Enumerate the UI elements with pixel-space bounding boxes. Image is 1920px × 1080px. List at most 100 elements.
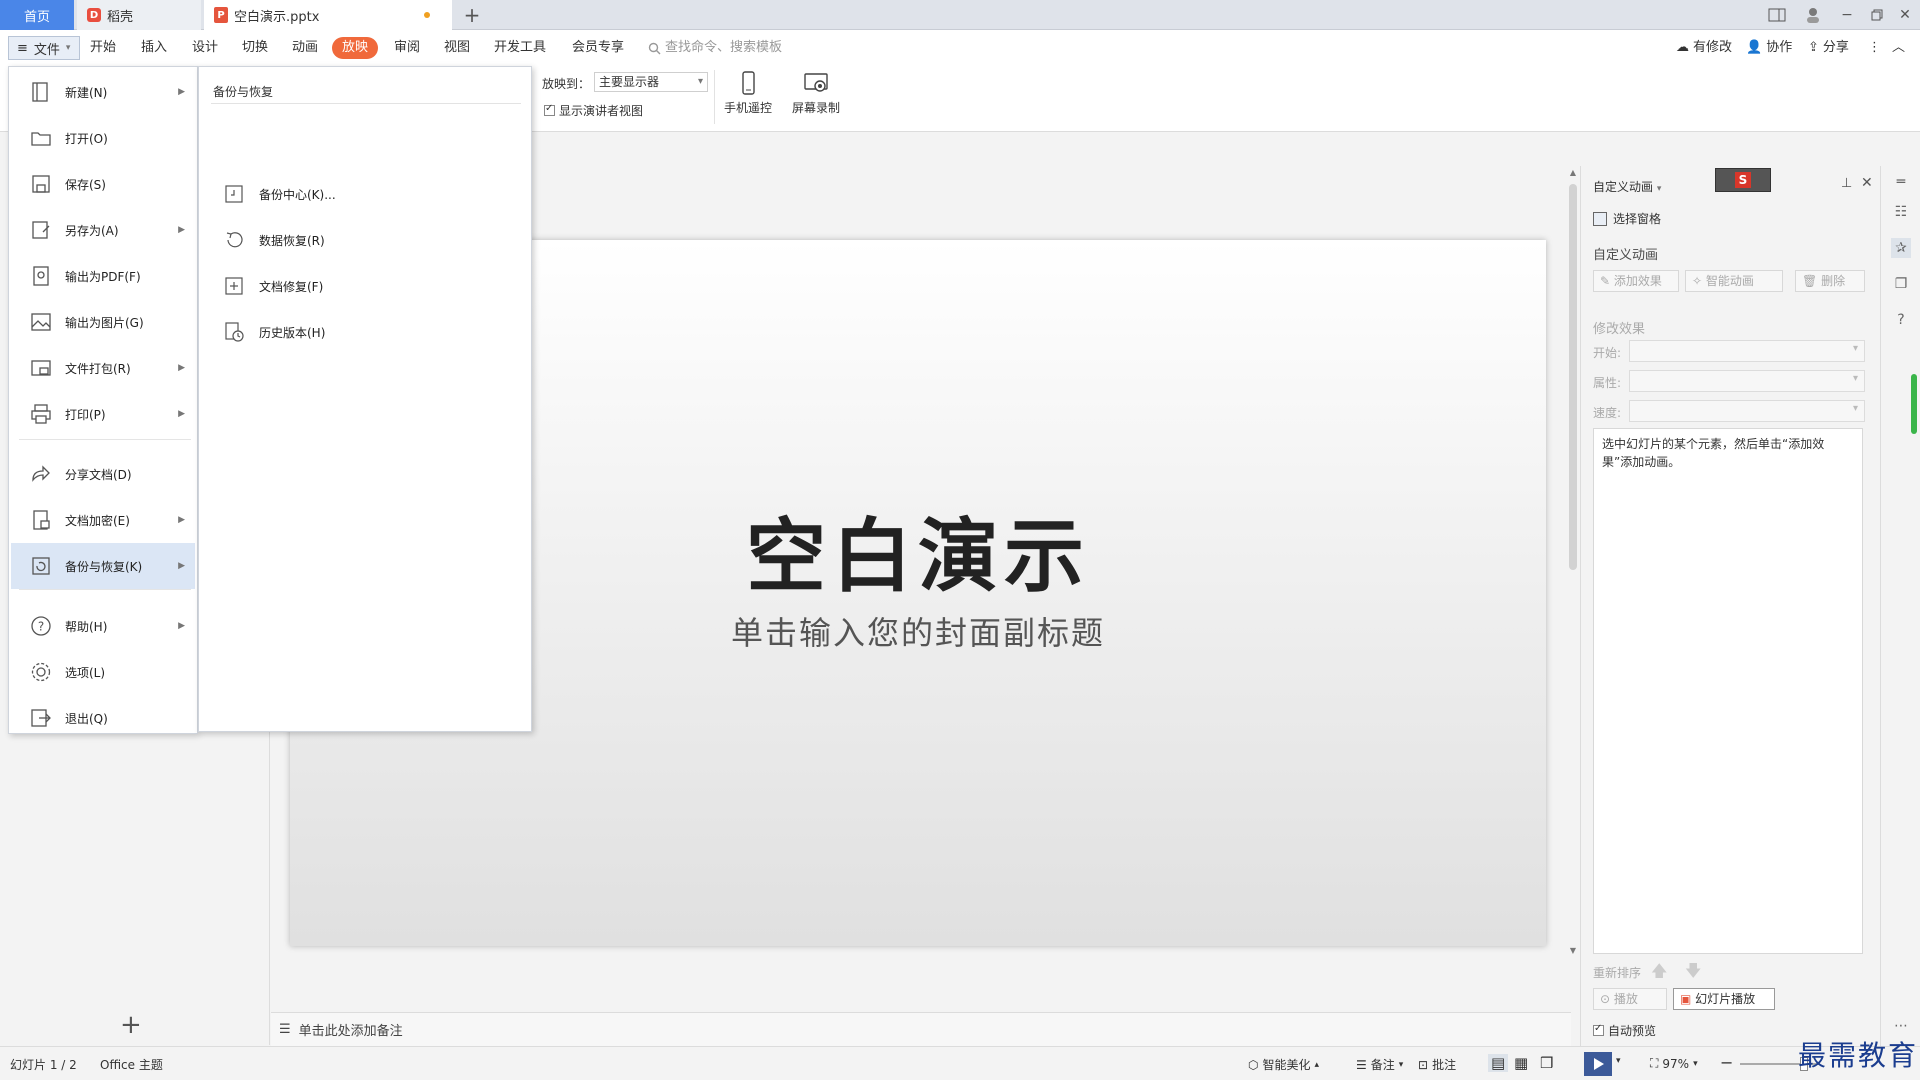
select-pane-button[interactable]: 选择窗格	[1593, 210, 1661, 227]
slides-icon[interactable]: ❐	[1891, 274, 1911, 294]
add-effect-button[interactable]: ✎ 添加效果	[1593, 270, 1679, 292]
pdf-icon	[29, 264, 53, 288]
file-menu-item-label: 文件打包(R)	[65, 361, 131, 376]
file-menu-item[interactable]: 输出为PDF(F)	[11, 253, 195, 299]
scroll-down-icon[interactable]: ▼	[1568, 946, 1578, 955]
file-menu-item[interactable]: ? 帮助(H) ▶	[11, 603, 195, 649]
reorder-label: 重新排序	[1593, 966, 1642, 980]
tab-document[interactable]: P 空白演示.pptx	[204, 0, 452, 30]
display-select[interactable]: 主要显示器	[594, 72, 708, 92]
command-search[interactable]: 查找命令、搜索模板	[648, 37, 782, 59]
more-options-icon[interactable]: ⋮	[1868, 37, 1881, 59]
document-repair-item[interactable]: 文档修复(F)	[223, 271, 323, 301]
delete-effect-button[interactable]: 🗑 删除	[1795, 270, 1865, 292]
fit-zoom-button[interactable]: ⛶ 97% ▾	[1650, 1056, 1698, 1071]
property-select[interactable]	[1629, 370, 1865, 392]
theme-name[interactable]: Office 主题	[100, 1056, 163, 1073]
menu-slideshow[interactable]: 放映	[332, 37, 379, 59]
add-slide-plus-icon[interactable]: +	[120, 1010, 142, 1040]
file-menu-item[interactable]: 文档加密(E) ▶	[11, 497, 195, 543]
file-menu-item[interactable]: 另存为(A) ▶	[11, 207, 195, 253]
anim-panel-header[interactable]: 自定义动画 ▾	[1593, 178, 1661, 195]
normal-view-icon[interactable]: ▤	[1488, 1054, 1509, 1072]
notes-bar[interactable]: ☰ 单击此处添加备注	[271, 1012, 1571, 1046]
ime-s-icon: S	[1735, 172, 1751, 188]
menu-member[interactable]: 会员专享	[566, 37, 630, 59]
move-down-arrow-icon[interactable]: 🡇	[1685, 960, 1701, 987]
menu-developer[interactable]: 开发工具	[488, 37, 552, 59]
smart-beautify-button[interactable]: ⬡ 智能美化 ▴	[1248, 1056, 1319, 1073]
close-icon[interactable]: ✕	[1861, 175, 1873, 191]
ribbon-divider	[714, 70, 715, 124]
menu-review[interactable]: 审阅	[388, 37, 426, 59]
auto-preview-checkbox[interactable]: 自动预览	[1593, 1022, 1656, 1039]
data-recovery-item[interactable]: 数据恢复(R)	[223, 225, 325, 255]
vertical-scrollbar[interactable]: ▲ ▼	[1568, 168, 1578, 958]
file-menu-item[interactable]: 备份与恢复(K) ▶	[11, 543, 195, 589]
file-menu-button[interactable]: ≡ 文件 ▾	[8, 36, 80, 60]
presenter-view-label: 显示演讲者视图	[559, 104, 644, 118]
file-menu-item[interactable]: 退出(Q)	[11, 695, 195, 741]
changes-button[interactable]: ☁ 有修改	[1676, 37, 1732, 59]
help-icon[interactable]: ?	[1891, 310, 1911, 330]
file-menu-item[interactable]: 保存(S)	[11, 161, 195, 207]
file-menu-item[interactable]: 分享文档(D)	[11, 451, 195, 497]
star-pin-icon[interactable]: ✰	[1891, 238, 1911, 258]
tab-home[interactable]: 首页	[0, 0, 74, 30]
menu-insert[interactable]: 插入	[135, 37, 173, 59]
tab-daoke[interactable]: D 稻壳	[77, 0, 201, 30]
history-version-item[interactable]: 历史版本(H)	[223, 317, 325, 347]
daoke-logo-icon: D	[87, 8, 101, 22]
submenu-arrow-icon: ▶	[178, 363, 185, 373]
notes-toggle-button[interactable]: ☰ 备注 ▾	[1356, 1056, 1403, 1073]
menu-animation[interactable]: 动画	[286, 37, 324, 59]
move-up-arrow-icon[interactable]: 🡅	[1651, 960, 1667, 987]
user-avatar-button[interactable]	[1796, 0, 1830, 30]
menu-transition[interactable]: 切换	[236, 37, 274, 59]
animation-list-box[interactable]: 选中幻灯片的某个元素，然后单击“添加效果”添加动画。	[1593, 428, 1863, 954]
menu-start[interactable]: 开始	[84, 37, 122, 59]
layout-toggle-button[interactable]	[1760, 0, 1794, 30]
share-button[interactable]: ⇪ 分享	[1808, 37, 1849, 59]
data-recovery-icon	[226, 232, 243, 248]
grid-view-icon[interactable]: ▦	[1514, 1054, 1528, 1072]
presenter-view-checkbox[interactable]: 显示演讲者视图	[544, 102, 643, 119]
reading-view-icon[interactable]: ❒	[1540, 1054, 1553, 1072]
zoom-out-icon[interactable]: −	[1720, 1053, 1733, 1072]
start-slideshow-button[interactable]	[1584, 1052, 1612, 1076]
scroll-up-icon[interactable]: ▲	[1568, 168, 1578, 177]
pencil-icon: ✎	[1600, 274, 1611, 288]
minimize-button[interactable]: −	[1830, 0, 1864, 30]
phone-remote-button[interactable]: 手机遥控	[718, 70, 778, 120]
new-tab-button[interactable]: +	[460, 0, 484, 30]
screen-record-button[interactable]: 屏幕录制	[786, 70, 846, 120]
chevron-down-icon: ▾	[1656, 184, 1662, 194]
notes-lines-icon: ☰	[279, 1022, 291, 1037]
file-menu-item[interactable]: 输出为图片(G)	[11, 299, 195, 345]
speed-select[interactable]	[1629, 400, 1865, 422]
menu-view[interactable]: 视图	[438, 37, 476, 59]
more-icon[interactable]: ⋯	[1891, 1016, 1911, 1036]
ime-toolbar[interactable]: S	[1715, 168, 1771, 192]
backup-center-item[interactable]: 备份中心(K)...	[223, 179, 336, 209]
submenu-arrow-icon: ▶	[178, 621, 185, 631]
file-menu-item[interactable]: 选项(L)	[11, 649, 195, 695]
menu-design[interactable]: 设计	[186, 37, 224, 59]
file-menu-item[interactable]: 文件打包(R) ▶	[11, 345, 195, 391]
chevron-down-icon[interactable]: ▾	[1616, 1056, 1621, 1066]
scrollbar-thumb[interactable]	[1569, 184, 1577, 570]
slideshow-button[interactable]: ▣ 幻灯片播放	[1673, 988, 1775, 1010]
start-select[interactable]	[1629, 340, 1865, 362]
collapse-ribbon-icon[interactable]: ︿	[1892, 37, 1905, 59]
pin-icon[interactable]: ⊥	[1841, 176, 1852, 191]
sliders-icon[interactable]: ☷	[1891, 202, 1911, 222]
drag-handle-icon[interactable]: ═	[1891, 172, 1911, 192]
close-window-button[interactable]: ✕	[1888, 0, 1920, 30]
file-menu-item[interactable]: 打开(O)	[11, 115, 195, 161]
file-menu-item[interactable]: 打印(P) ▶	[11, 391, 195, 437]
collaborate-button[interactable]: 👤 协作	[1746, 37, 1792, 59]
smart-animation-button[interactable]: ✧ 智能动画	[1685, 270, 1783, 292]
play-button[interactable]: ⊙ 播放	[1593, 988, 1667, 1010]
file-menu-item[interactable]: 新建(N) ▶	[11, 69, 195, 115]
comments-button[interactable]: ⊡ 批注	[1418, 1056, 1456, 1073]
